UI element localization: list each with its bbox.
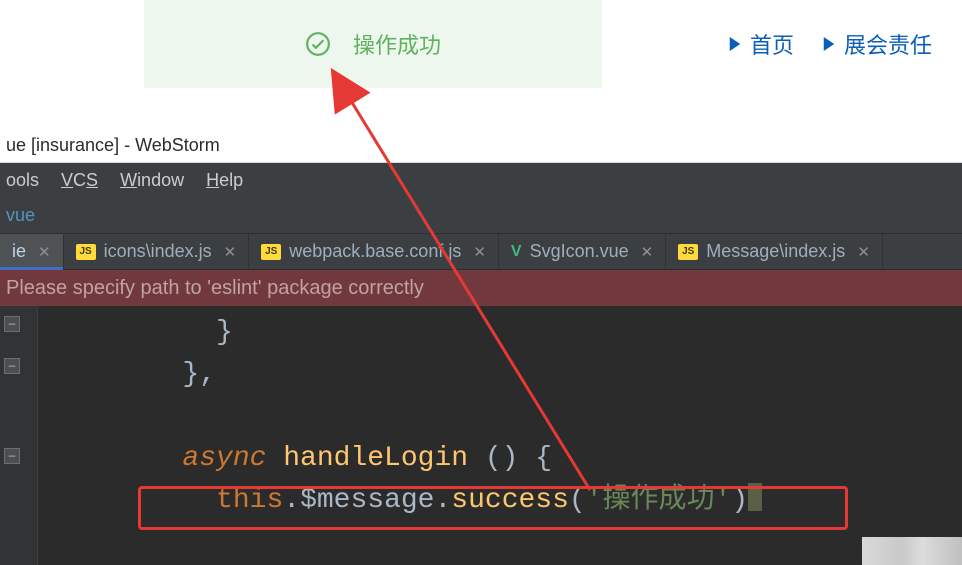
eslint-warning-text: Please specify path to 'eslint' package … — [6, 277, 424, 300]
close-icon[interactable]: ✕ — [224, 243, 237, 261]
ide-menubar: ools VCS Window Help — [0, 163, 962, 198]
tab-webpack[interactable]: JS webpack.base.conf.js ✕ — [249, 234, 499, 269]
tab-active-label: ie — [12, 241, 26, 262]
tab-message-index[interactable]: JS Message\index.js ✕ — [666, 234, 883, 269]
code-content: } }, async handleLogin () { this.$messag… — [38, 306, 962, 565]
image-artifact — [862, 537, 962, 565]
code-line: }, — [38, 354, 962, 396]
menu-vcs[interactable]: VCS — [61, 170, 98, 191]
arrow-right-icon — [728, 35, 742, 53]
js-file-icon: JS — [76, 244, 96, 260]
code-editor[interactable]: – – – } }, async handleLogin () { this.$… — [0, 306, 962, 565]
code-line: } — [38, 312, 962, 354]
js-file-icon: JS — [678, 244, 698, 260]
eslint-warning-bar: Please specify path to 'eslint' package … — [0, 270, 962, 306]
ide-titlebar: ue [insurance] - WebStorm — [0, 128, 962, 163]
check-circle-icon — [305, 31, 331, 57]
nav-home-label: 首页 — [750, 28, 794, 60]
toast-text: 操作成功 — [353, 28, 441, 60]
top-nav: 首页 展会责任 — [728, 28, 932, 60]
ide-window: ue [insurance] - WebStorm ools VCS Windo… — [0, 128, 962, 565]
menu-help[interactable]: Help — [206, 170, 243, 191]
close-icon[interactable]: ✕ — [38, 243, 51, 261]
tab-icons-index[interactable]: JS icons\index.js ✕ — [64, 234, 250, 269]
close-icon[interactable]: ✕ — [641, 243, 654, 261]
tab-message-label: Message\index.js — [706, 241, 845, 262]
close-icon[interactable]: ✕ — [857, 243, 870, 261]
caret — [748, 483, 762, 511]
tab-webpack-label: webpack.base.conf.js — [289, 241, 461, 262]
tab-svgicon[interactable]: V SvgIcon.vue ✕ — [499, 234, 666, 269]
tab-active[interactable]: ie ✕ — [0, 234, 64, 269]
code-line — [38, 396, 962, 438]
breadcrumb[interactable]: vue — [0, 198, 962, 234]
nav-expo-label: 展会责任 — [844, 28, 932, 60]
ide-title: ue [insurance] - WebStorm — [6, 135, 220, 156]
fold-marker-icon[interactable]: – — [4, 358, 20, 374]
editor-gutter: – – – — [0, 306, 38, 565]
menu-window[interactable]: Window — [120, 170, 184, 191]
code-line-message: this.$message.success('操作成功') — [38, 480, 962, 522]
breadcrumb-vue: vue — [6, 205, 35, 226]
success-toast: 操作成功 — [144, 0, 602, 88]
fold-marker-icon[interactable]: – — [4, 316, 20, 332]
fold-marker-icon[interactable]: – — [4, 448, 20, 464]
vue-file-icon: V — [511, 243, 522, 261]
js-file-icon: JS — [261, 244, 281, 260]
nav-home[interactable]: 首页 — [728, 28, 794, 60]
tab-icons-label: icons\index.js — [104, 241, 212, 262]
tab-svgicon-label: SvgIcon.vue — [530, 241, 629, 262]
menu-tools[interactable]: ools — [6, 170, 39, 191]
nav-expo[interactable]: 展会责任 — [822, 28, 932, 60]
close-icon[interactable]: ✕ — [473, 243, 486, 261]
editor-tabs: ie ✕ JS icons\index.js ✕ JS webpack.base… — [0, 234, 962, 270]
code-line-async: async handleLogin () { — [38, 438, 962, 480]
arrow-right-icon — [822, 35, 836, 53]
